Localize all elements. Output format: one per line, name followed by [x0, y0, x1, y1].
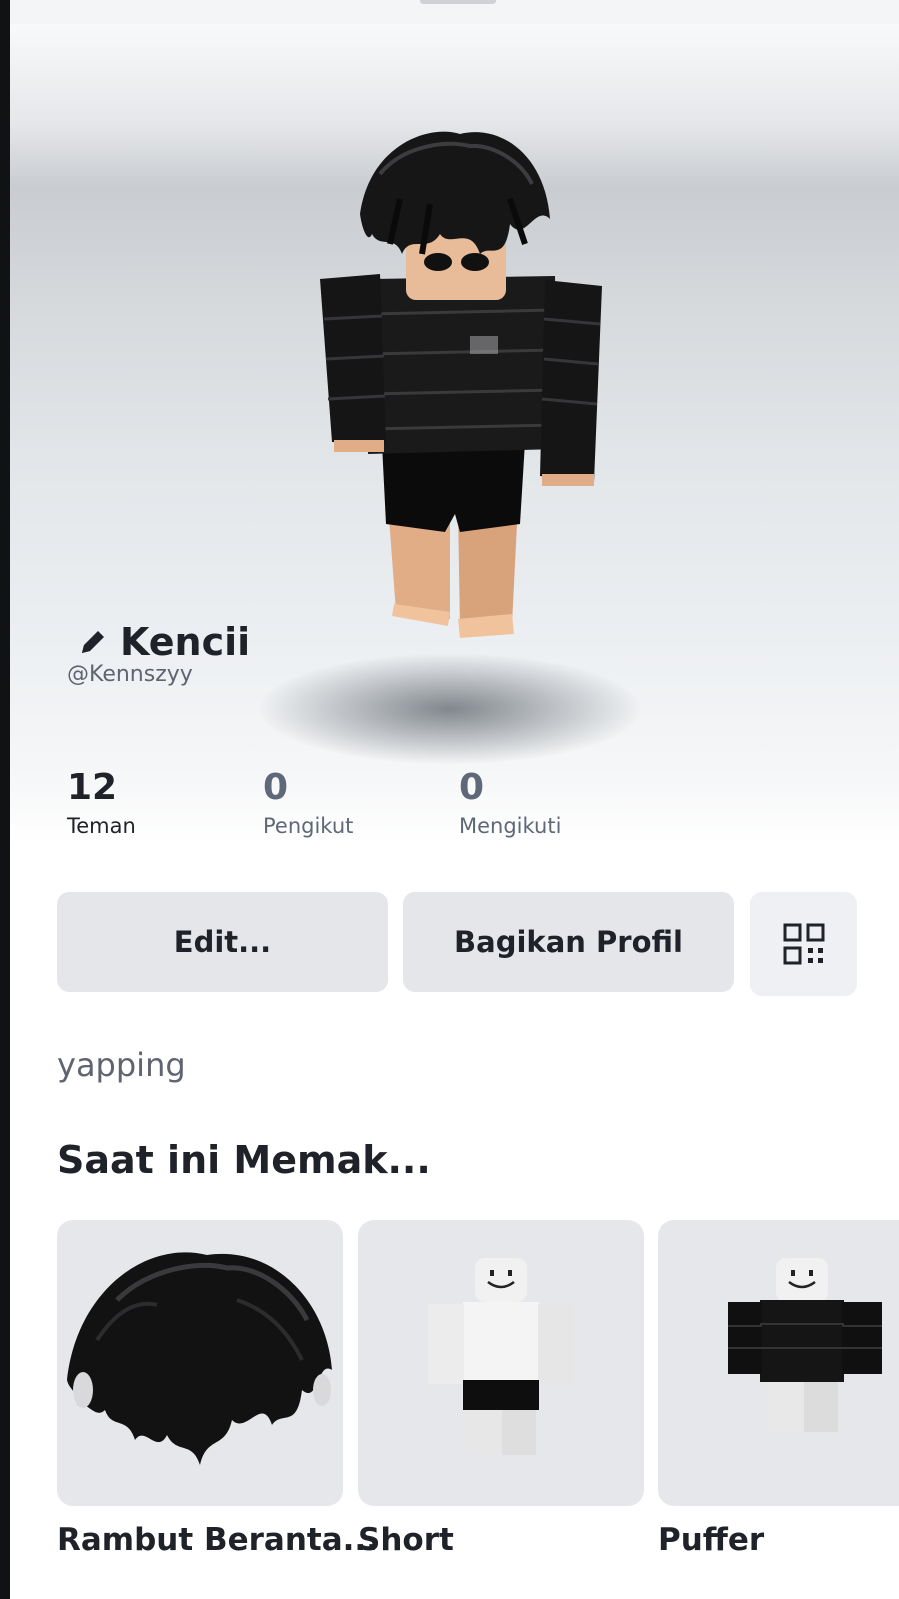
wearing-item-name[interactable]: Short: [358, 1522, 454, 1558]
qr-code-icon: [783, 923, 824, 965]
currently-wearing-title[interactable]: Saat ini Memak...: [57, 1138, 431, 1182]
stat-label: Mengikuti: [459, 814, 562, 838]
top-bar: [10, 0, 899, 24]
wearing-item-card[interactable]: [658, 1220, 899, 1506]
share-profile-button[interactable]: Bagikan Profil: [403, 892, 734, 992]
avatar-3d-image[interactable]: [310, 104, 620, 644]
stat-value: 0: [263, 767, 289, 808]
stat-following[interactable]: 0 Mengikuti: [459, 767, 562, 839]
stat-value: 0: [459, 767, 485, 808]
screen-edge: [0, 0, 10, 1599]
avatar-shadow: [260, 654, 640, 764]
display-name-row[interactable]: Kencii: [76, 620, 250, 664]
stat-friends[interactable]: 12 Teman: [67, 767, 136, 839]
drag-handle[interactable]: [420, 0, 496, 4]
stat-label: Teman: [67, 814, 136, 838]
shorts-item-image: [428, 1258, 574, 1455]
pencil-icon[interactable]: [76, 625, 110, 659]
puffer-item-image: [728, 1258, 882, 1432]
wearing-item-card[interactable]: [358, 1220, 644, 1506]
wearing-item-name[interactable]: Rambut Beranta...: [57, 1522, 378, 1558]
stat-followers[interactable]: 0 Pengikut: [263, 767, 354, 839]
qr-code-button[interactable]: [750, 892, 857, 996]
hair-item-image: [67, 1252, 332, 1465]
avatar-hero: Kencii @Kennszyy 12 Teman 0 Pengikut 0 M…: [10, 24, 899, 844]
profile-stats: 12 Teman 0 Pengikut 0 Mengikuti: [67, 768, 667, 844]
wearing-item-name[interactable]: Puffer: [658, 1522, 764, 1558]
profile-bio: yapping: [57, 1046, 186, 1084]
username: @Kennszyy: [67, 662, 193, 687]
wearing-item-card[interactable]: [57, 1220, 343, 1506]
stat-label: Pengikut: [263, 814, 354, 838]
display-name: Kencii: [120, 620, 251, 664]
edit-profile-button[interactable]: Edit...: [57, 892, 388, 992]
stat-value: 12: [67, 767, 118, 808]
